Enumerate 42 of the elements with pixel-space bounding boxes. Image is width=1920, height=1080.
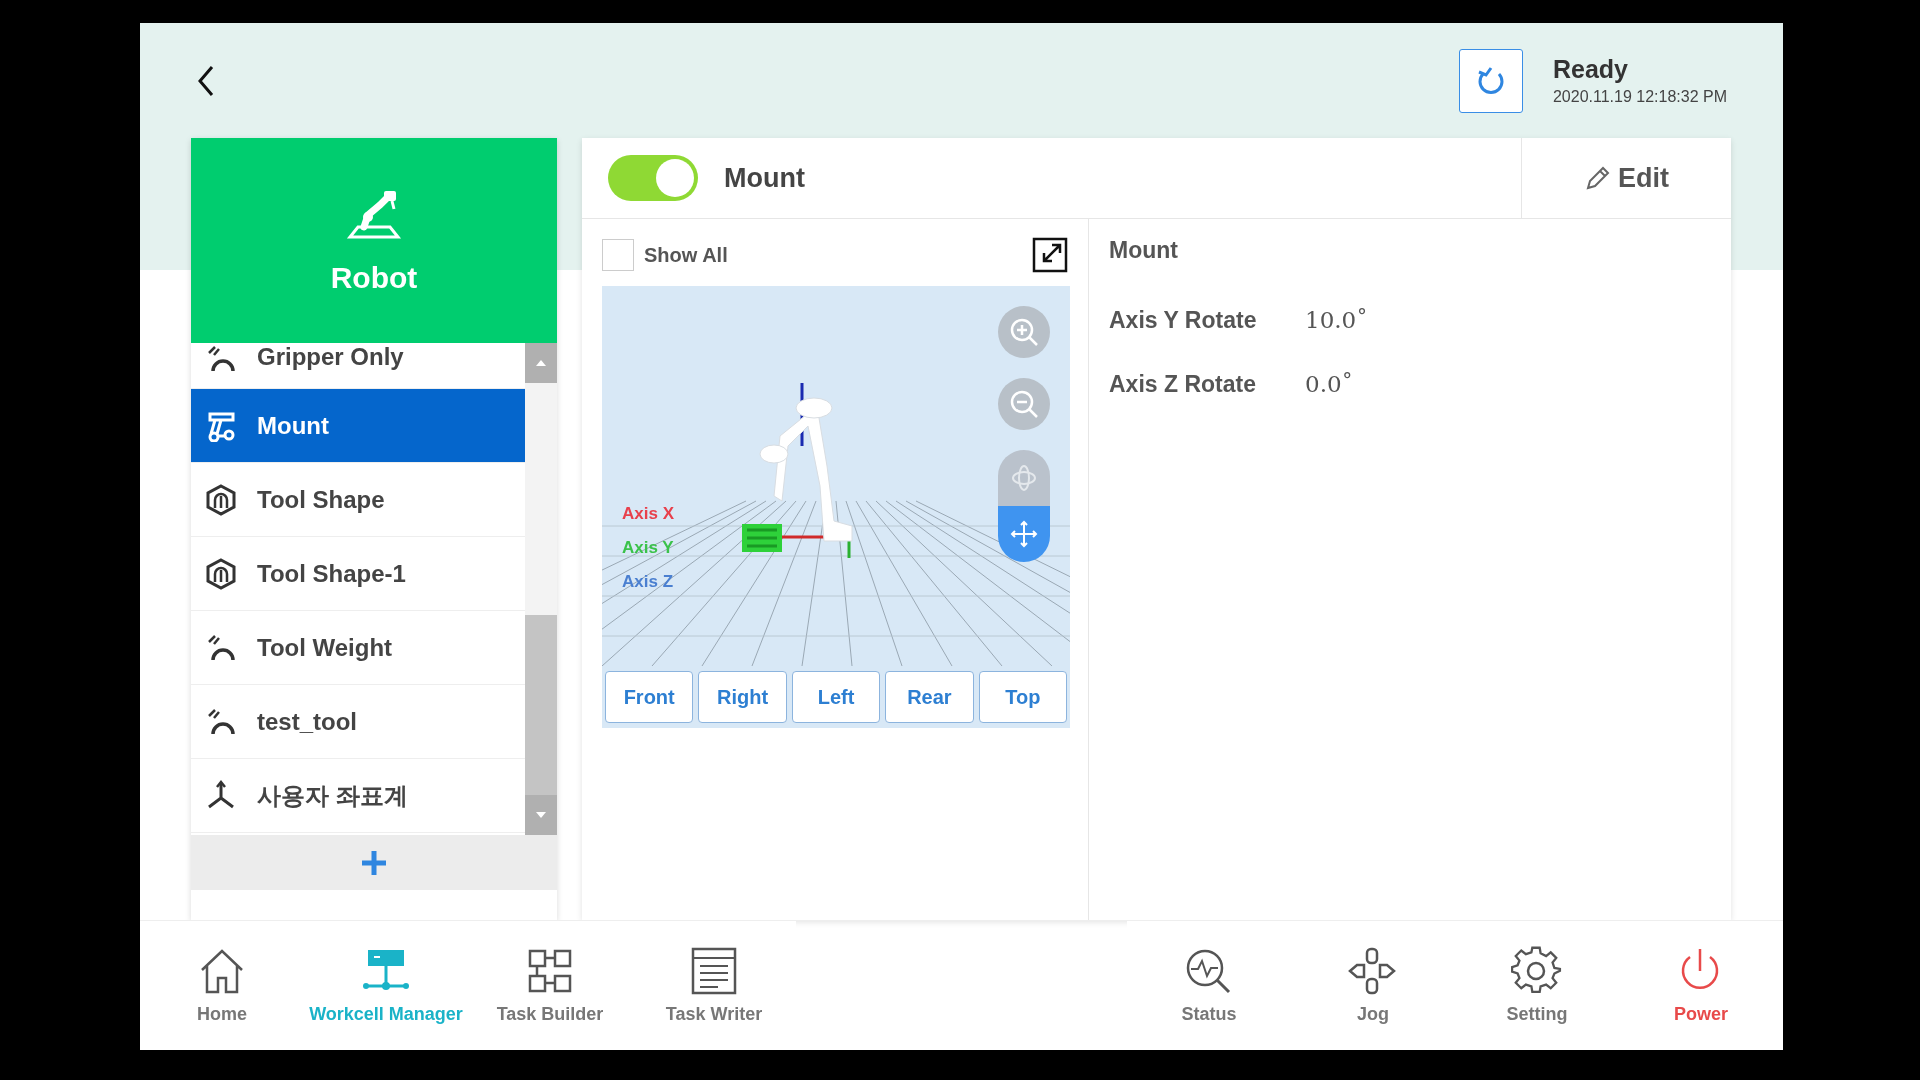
- toggle-switch[interactable]: [608, 155, 698, 201]
- refresh-button[interactable]: [1458, 48, 1523, 113]
- field-value: 10.0˚: [1305, 307, 1368, 333]
- edit-button[interactable]: Edit: [1521, 138, 1731, 218]
- view-button[interactable]: Left: [791, 671, 881, 723]
- view-button[interactable]: Front: [605, 671, 694, 723]
- view-mode-button[interactable]: [998, 506, 1050, 562]
- add-button[interactable]: [191, 835, 557, 890]
- view-button[interactable]: Rear: [885, 671, 974, 723]
- view-button[interactable]: Top: [978, 671, 1068, 723]
- sidebar-item[interactable]: Tool Shape-1: [191, 537, 525, 611]
- zoom-in-button[interactable]: [998, 306, 1050, 358]
- panel-title: Mount: [724, 162, 806, 194]
- zoom-out-icon: [1009, 389, 1039, 419]
- field-value: 0.0˚: [1305, 371, 1354, 397]
- scrollbar-thumb[interactable]: [525, 615, 557, 795]
- axis-label: Axis X: [622, 504, 674, 524]
- view-button[interactable]: Right: [698, 671, 787, 723]
- zoom-in-icon: [1009, 317, 1039, 347]
- hexagon-icon: [205, 557, 237, 590]
- axis-label: Axis Z: [622, 572, 674, 592]
- view-mode-button[interactable]: [998, 450, 1050, 506]
- pencil-icon: [1584, 164, 1612, 192]
- axis-label: Axis Y: [622, 538, 674, 558]
- checkbox[interactable]: [602, 239, 634, 271]
- date-time: 2020.11.19 12:18:32 PM: [1552, 88, 1727, 106]
- scrollbar[interactable]: [525, 343, 557, 835]
- field-label: Axis Z Rotate: [1109, 370, 1257, 398]
- back-icon[interactable]: [196, 64, 216, 97]
- sidebar-item[interactable]: Mount: [191, 389, 525, 463]
- checkbox-label: Show All: [644, 243, 729, 267]
- category-label: Robot: [330, 260, 418, 295]
- hexagon-icon: [205, 483, 237, 516]
- sidebar-item[interactable]: Tool Shape: [191, 463, 525, 537]
- zoom-out-button[interactable]: [998, 378, 1050, 430]
- rotate-icon: [1009, 463, 1039, 493]
- status-text: Ready: [1552, 55, 1629, 84]
- field-label: Axis Y Rotate: [1109, 306, 1258, 334]
- plus-icon: [360, 848, 388, 877]
- expand-icon[interactable]: [1032, 237, 1068, 273]
- move-arrows-icon: [1009, 519, 1039, 549]
- section-title: Mount: [1109, 237, 1179, 264]
